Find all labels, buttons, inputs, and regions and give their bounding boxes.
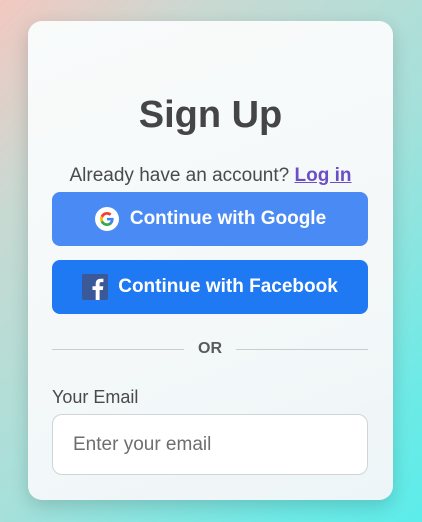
divider-text: OR [198, 340, 222, 357]
google-signup-button[interactable]: Continue with Google [52, 192, 368, 246]
or-divider: OR [52, 339, 368, 359]
signup-card: Sign Up Already have an account? Log in … [28, 21, 393, 500]
divider-line-right [236, 348, 368, 350]
login-prompt-text: Already have an account? [69, 165, 290, 186]
email-field[interactable] [52, 414, 368, 475]
facebook-signup-button[interactable]: Continue with Facebook [52, 260, 368, 314]
facebook-logo-icon [82, 274, 109, 300]
google-logo-icon [94, 206, 120, 232]
facebook-button-label: Continue with Facebook [118, 276, 338, 297]
divider-line-left [52, 348, 184, 350]
email-label: Your Email [52, 387, 139, 407]
login-prompt: Already have an account? Log in [28, 165, 393, 187]
login-link[interactable]: Log in [295, 165, 352, 186]
google-button-label: Continue with Google [129, 208, 327, 229]
page-title: Sign Up [138, 94, 283, 136]
